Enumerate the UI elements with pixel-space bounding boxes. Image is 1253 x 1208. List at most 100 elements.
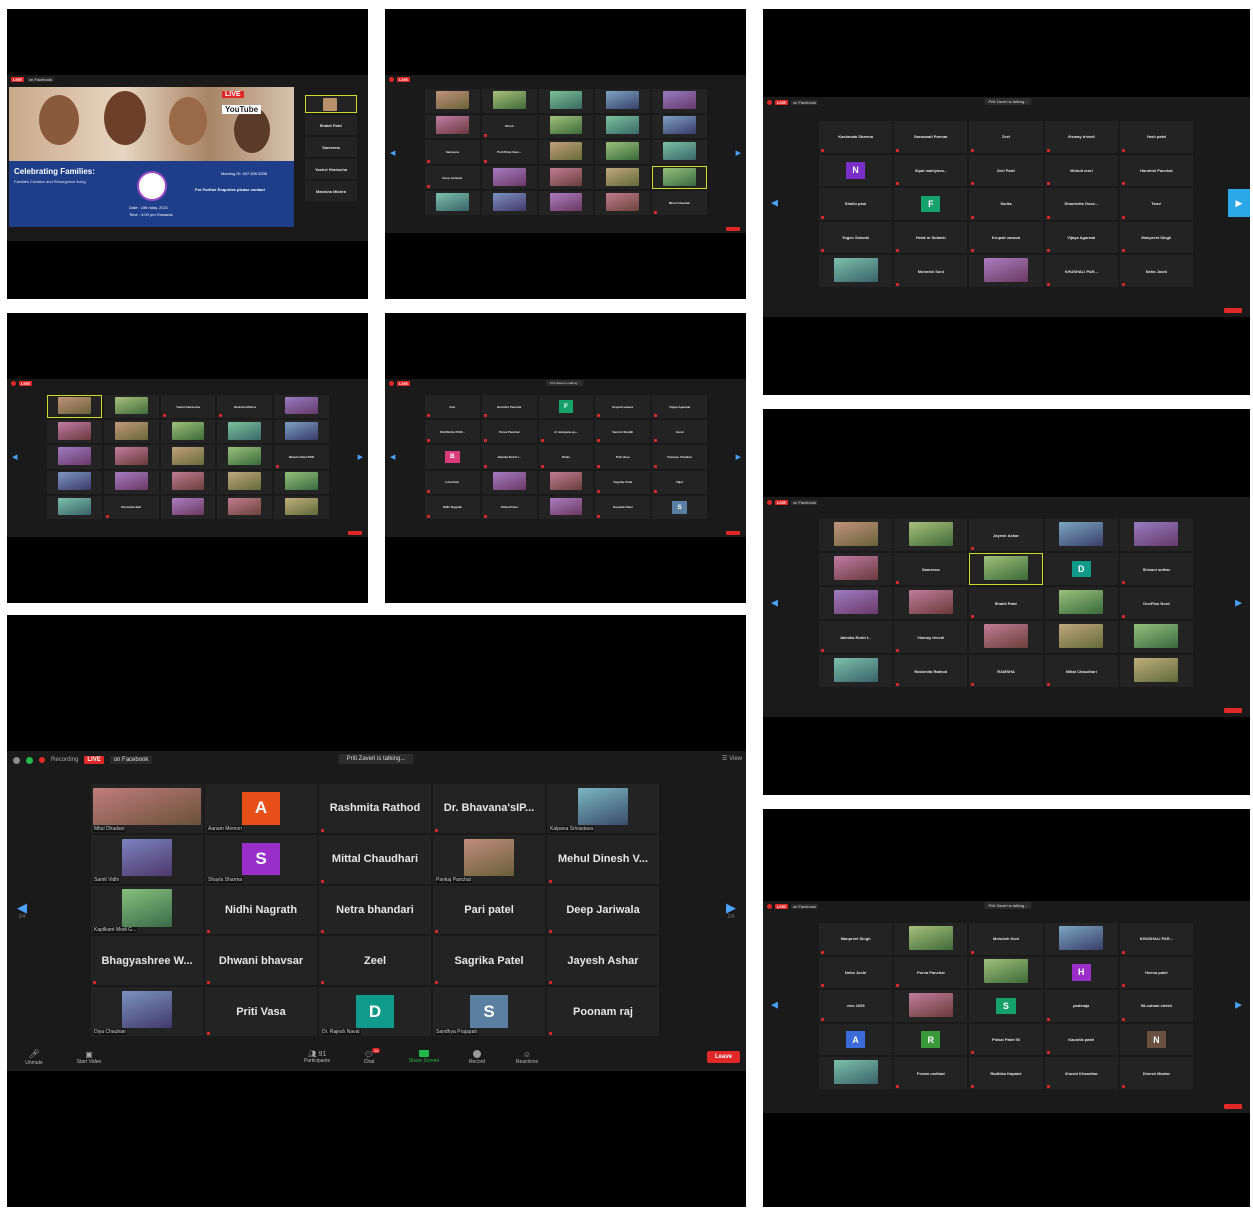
participant-avatar-tile[interactable]: S [652, 495, 707, 519]
start-video-button[interactable]: ▣ Start Video [63, 1050, 115, 1065]
participant-tile[interactable]: Mohnish Soni [894, 255, 968, 287]
participant-video-tile[interactable] [103, 420, 159, 444]
participant-tile[interactable]: Pinkal Patel [481, 495, 537, 519]
participant-video-tile[interactable]: Kapilkant Modi G... [91, 885, 203, 935]
participant-tile[interactable]: KHUSHALI PAR... [1119, 923, 1193, 955]
participant-video-tile[interactable] [595, 165, 651, 190]
participant-tile[interactable]: Vijaya Agarwal [1044, 221, 1118, 254]
participant-tile[interactable]: Heena patel [1119, 956, 1193, 989]
participant-avatar-tile[interactable]: S Sandhya Prajapati [433, 987, 545, 1036]
participant-tile[interactable]: Pinkal Patel 93 [969, 1023, 1043, 1056]
participant-avatar-tile[interactable]: D [1044, 553, 1118, 585]
participant-video-tile[interactable] [819, 519, 893, 551]
participant-avatar-tile[interactable]: N [1119, 1023, 1193, 1056]
participant-video-tile[interactable] [1044, 519, 1118, 551]
participant-tile[interactable]: Zeel [425, 395, 480, 419]
participant-video-tile[interactable] [481, 165, 537, 190]
participant-tile[interactable]: Sonal [652, 420, 707, 444]
prev-page-arrow[interactable]: ◀ [771, 1000, 778, 1011]
unmute-button[interactable]: 🎤︎ Unmute [13, 1049, 55, 1066]
participant-video-tile[interactable] [1119, 655, 1193, 687]
participant-tile[interactable]: Manpreet Singh [819, 923, 893, 955]
prev-page-arrow[interactable]: ◀ [390, 453, 395, 461]
prev-page-button[interactable]: ◀ 2/4 [17, 901, 27, 920]
participant-tile[interactable]: Sameena [894, 553, 968, 585]
participant-tile[interactable]: Prof.Pinky Kam... [481, 140, 537, 164]
participant-avatar-tile[interactable]: A Aanam Memon [205, 784, 317, 833]
participant-tile[interactable]: Vismay trivedi [894, 621, 968, 653]
participant-tile[interactable]: Radhika Kapatel [969, 1057, 1043, 1089]
participant-video-tile[interactable] [595, 89, 651, 113]
participant-video-tile[interactable] [217, 470, 273, 494]
next-page-arrow[interactable]: ▶ [736, 453, 741, 461]
participant-tile[interactable]: Nijal [652, 470, 707, 494]
participant-tile[interactable]: Hetal m Solanki [894, 221, 968, 254]
participant-avatar-tile[interactable]: B [425, 445, 480, 469]
leave-button[interactable] [1224, 1104, 1242, 1109]
view-button[interactable]: ☰ View [722, 755, 742, 762]
participant-video-tile[interactable] [217, 420, 273, 444]
participant-tile[interactable]: dr niranjana go... [538, 420, 594, 444]
participant-video-tile[interactable] [103, 445, 159, 469]
participant-avatar-tile[interactable]: F [538, 395, 594, 419]
participant-avatar-tile[interactable]: H [1044, 956, 1118, 989]
participant-video-tile[interactable] [595, 191, 651, 215]
participant-tile[interactable]: Sagrika Patel [433, 936, 545, 986]
participant-tile[interactable]: Dipal mahiyava... [894, 154, 968, 187]
participant-tile[interactable]: Jalmika Rohit t... [481, 445, 537, 469]
record-button[interactable]: Record [459, 1049, 495, 1065]
participant-video-tile[interactable] [47, 420, 102, 444]
participant-tile[interactable]: Krupali vasava [969, 221, 1043, 254]
participant-tile[interactable]: Neha Joshi [1119, 255, 1193, 287]
participant-video-tile[interactable] [538, 495, 594, 519]
participant-tile[interactable]: Kaushik Patel [595, 495, 651, 519]
participant-video-tile[interactable] [1119, 519, 1193, 551]
participant-tile[interactable]: Dhruti [481, 114, 537, 139]
participant-video-tile[interactable] [274, 470, 329, 494]
participant-video-tile[interactable] [47, 495, 102, 519]
participant-video-tile[interactable] [538, 114, 594, 139]
participant-tile[interactable]: Shallu paul [819, 188, 893, 220]
participant-video-tile[interactable] [274, 420, 329, 444]
participant-tile[interactable]: Manpreet Singh [1119, 221, 1193, 254]
participant-video-tile[interactable] [819, 1057, 893, 1089]
participants-button[interactable]: 👥︎ 91 Participants [293, 1050, 341, 1064]
participant-video-tile[interactable] [969, 255, 1043, 287]
participant-tile[interactable]: Kashmala Sharma [819, 121, 893, 153]
participant-tile[interactable]: Zeel [969, 121, 1043, 153]
leave-button[interactable] [726, 227, 740, 231]
participant-video-tile[interactable]: Pankaj Panchal [433, 834, 545, 884]
participant-tile[interactable]: Harshini Panchal [481, 395, 537, 419]
participant-video-tile[interactable] [160, 420, 216, 444]
chat-button[interactable]: 💬︎ 14 Chat [351, 1047, 387, 1065]
participant-video-tile[interactable] [538, 89, 594, 113]
participant-video-tile[interactable] [274, 495, 329, 519]
leave-button[interactable]: Leave [706, 1051, 740, 1063]
participant-video-tile[interactable] [1044, 587, 1118, 619]
participant-avatar-tile[interactable]: R [894, 1023, 968, 1056]
participant-tile[interactable]: Pari patel [433, 885, 545, 935]
participant-tile[interactable]: Neha Joshi [819, 956, 893, 989]
participant-video-tile[interactable] [894, 923, 968, 955]
participant-tile[interactable]: Purva Panchal [481, 420, 537, 444]
participant-video-tile[interactable] [1119, 621, 1193, 653]
participant-tile[interactable]: Netra bhandari [319, 885, 431, 935]
shield-icon[interactable] [26, 756, 33, 764]
participant-tile[interactable]: Mittal Chaudhari [319, 834, 431, 884]
info-icon[interactable] [13, 756, 20, 764]
participant-tile[interactable]: OnePlus Nord [1119, 587, 1193, 619]
participant-tile[interactable]: Vishwas Chhabra [652, 445, 707, 469]
participant-tile[interactable]: Bhagyashree W... [91, 936, 203, 986]
participant-video-tile[interactable]: Kalpana Srivastava [547, 784, 659, 833]
share-screen-button[interactable]: Share Screen [401, 1050, 447, 1064]
participant-tile[interactable]: Vibhuti mori [1044, 154, 1118, 187]
participant-video-tile[interactable] [160, 495, 216, 519]
participant-video-tile[interactable] [652, 140, 707, 164]
participant-tile[interactable]: Yashvi Hindocha [160, 395, 216, 419]
next-page-button[interactable]: ▶ [1228, 189, 1250, 217]
participant-tile[interactable]: Yash patel [1119, 121, 1193, 153]
participant-video-tile[interactable] [894, 587, 968, 619]
participant-video-tile[interactable]: Mitul Dhadani [91, 784, 203, 833]
participant-video-tile[interactable] [217, 495, 273, 519]
participant-video-tile[interactable] [1044, 923, 1118, 955]
